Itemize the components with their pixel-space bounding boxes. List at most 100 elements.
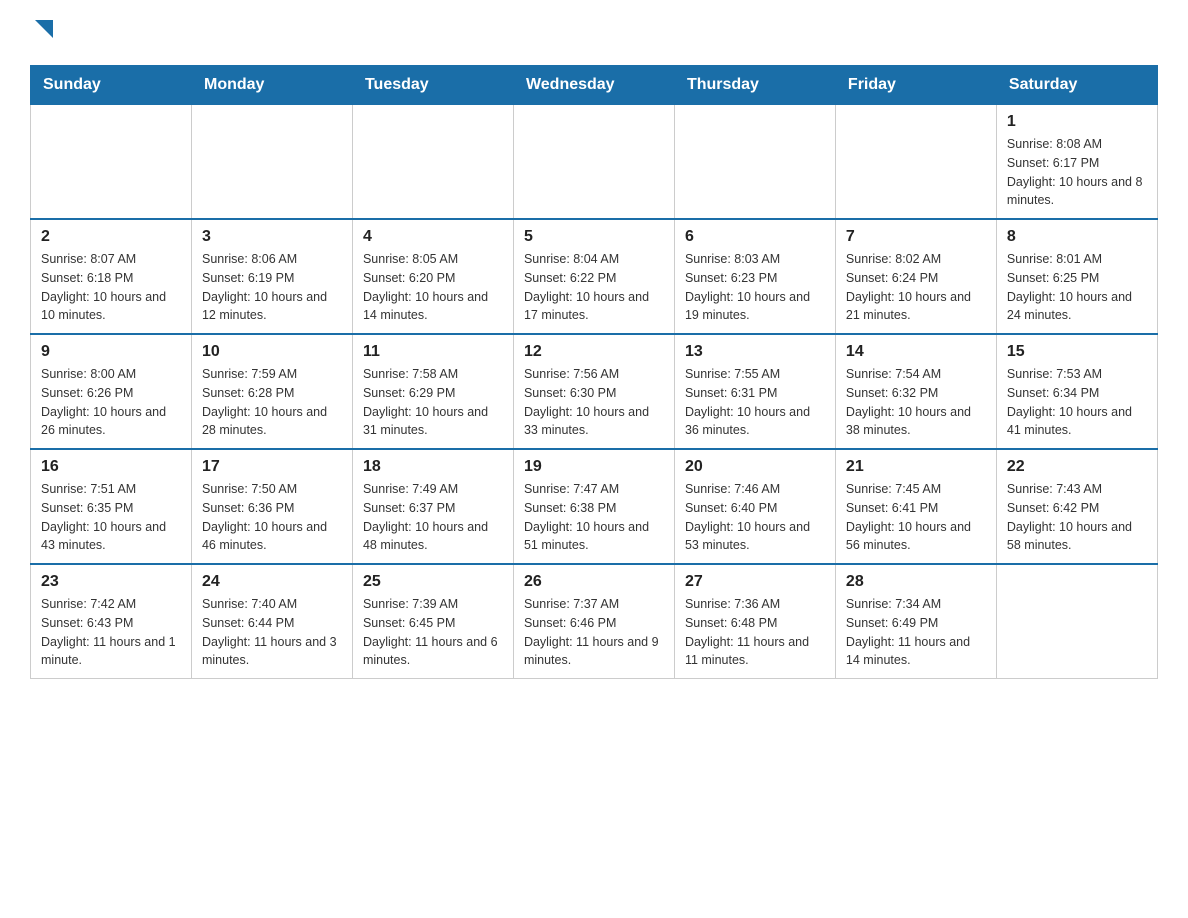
calendar-cell: 12Sunrise: 7:56 AM Sunset: 6:30 PM Dayli… <box>513 334 674 449</box>
calendar-table: SundayMondayTuesdayWednesdayThursdayFrid… <box>30 65 1158 679</box>
calendar-cell: 3 Sunrise: 8:06 AM Sunset: 6:19 PM Daylig… <box>191 219 352 334</box>
calendar-cell: 1 Sunrise: 8:08 AM Sunset: 6:17 PM Daylig… <box>996 105 1157 220</box>
calendar-cell: 21Sunrise: 7:45 AM Sunset: 6:41 PM Dayli… <box>835 449 996 564</box>
day-info: Sunrise: 8:08 AM Sunset: 6:17 PM Dayligh… <box>1007 135 1147 210</box>
day-info: Sunrise: 7:43 AM Sunset: 6:42 PM Dayligh… <box>1007 480 1147 555</box>
day-info: Sunrise: 7:47 AM Sunset: 6:38 PM Dayligh… <box>524 480 664 555</box>
day-number: 10 <box>202 343 342 361</box>
day-info: Sunrise: 8:05 AM Sunset: 6:20 PM Dayligh… <box>363 250 503 325</box>
logo-blue-part <box>32 20 53 45</box>
day-info: Sunrise: 8:01 AM Sunset: 6:25 PM Dayligh… <box>1007 250 1147 325</box>
calendar-cell: 9 Sunrise: 8:00 AM Sunset: 6:26 PM Daylig… <box>31 334 192 449</box>
calendar-cell: 13 Sunrise: 7:55 AM Sunset: 6:31 PM Dayli… <box>674 334 835 449</box>
column-header-friday: Friday <box>835 66 996 105</box>
day-number: 19 <box>524 458 664 476</box>
calendar-cell: 22 Sunrise: 7:43 AM Sunset: 6:42 PM Dayli… <box>996 449 1157 564</box>
day-number: 11 <box>363 343 503 361</box>
day-number: 18 <box>363 458 503 476</box>
day-number: 16 <box>41 458 181 476</box>
calendar-cell: 16 Sunrise: 7:51 AM Sunset: 6:35 PM Dayli… <box>31 449 192 564</box>
calendar-cell: 23 Sunrise: 7:42 AM Sunset: 6:43 PM Dayli… <box>31 564 192 679</box>
day-info: Sunrise: 7:54 AM Sunset: 6:32 PM Dayligh… <box>846 365 986 440</box>
day-number: 9 <box>41 343 181 361</box>
column-header-saturday: Saturday <box>996 66 1157 105</box>
day-info: Sunrise: 7:58 AM Sunset: 6:29 PM Dayligh… <box>363 365 503 440</box>
calendar-cell <box>513 105 674 220</box>
day-number: 15 <box>1007 343 1147 361</box>
day-number: 27 <box>685 573 825 591</box>
day-number: 22 <box>1007 458 1147 476</box>
calendar-week-row: 2 Sunrise: 8:07 AM Sunset: 6:18 PM Daylig… <box>31 219 1158 334</box>
day-info: Sunrise: 8:07 AM Sunset: 6:18 PM Dayligh… <box>41 250 181 325</box>
calendar-cell: 11 Sunrise: 7:58 AM Sunset: 6:29 PM Dayli… <box>352 334 513 449</box>
day-number: 5 <box>524 228 664 246</box>
calendar-cell <box>996 564 1157 679</box>
day-number: 7 <box>846 228 986 246</box>
day-info: Sunrise: 8:06 AM Sunset: 6:19 PM Dayligh… <box>202 250 342 325</box>
calendar-cell: 25 Sunrise: 7:39 AM Sunset: 6:45 PM Dayli… <box>352 564 513 679</box>
column-header-sunday: Sunday <box>31 66 192 105</box>
logo-triangle-icon <box>35 20 53 38</box>
day-number: 20 <box>685 458 825 476</box>
day-number: 24 <box>202 573 342 591</box>
day-number: 13 <box>685 343 825 361</box>
day-info: Sunrise: 7:50 AM Sunset: 6:36 PM Dayligh… <box>202 480 342 555</box>
calendar-cell: 24 Sunrise: 7:40 AM Sunset: 6:44 PM Dayli… <box>191 564 352 679</box>
logo <box>30 20 53 45</box>
calendar-cell: 14 Sunrise: 7:54 AM Sunset: 6:32 PM Dayli… <box>835 334 996 449</box>
day-info: Sunrise: 7:55 AM Sunset: 6:31 PM Dayligh… <box>685 365 825 440</box>
day-info: Sunrise: 7:37 AM Sunset: 6:46 PM Dayligh… <box>524 595 664 670</box>
calendar-cell: 7 Sunrise: 8:02 AM Sunset: 6:24 PM Daylig… <box>835 219 996 334</box>
calendar-cell <box>191 105 352 220</box>
calendar-cell: 5 Sunrise: 8:04 AM Sunset: 6:22 PM Daylig… <box>513 219 674 334</box>
calendar-week-row: 23 Sunrise: 7:42 AM Sunset: 6:43 PM Dayli… <box>31 564 1158 679</box>
calendar-cell: 26 Sunrise: 7:37 AM Sunset: 6:46 PM Dayli… <box>513 564 674 679</box>
day-number: 3 <box>202 228 342 246</box>
calendar-cell: 20 Sunrise: 7:46 AM Sunset: 6:40 PM Dayli… <box>674 449 835 564</box>
day-number: 2 <box>41 228 181 246</box>
day-info: Sunrise: 7:36 AM Sunset: 6:48 PM Dayligh… <box>685 595 825 670</box>
day-number: 21 <box>846 458 986 476</box>
calendar-cell: 27 Sunrise: 7:36 AM Sunset: 6:48 PM Dayli… <box>674 564 835 679</box>
day-info: Sunrise: 7:53 AM Sunset: 6:34 PM Dayligh… <box>1007 365 1147 440</box>
calendar-cell <box>674 105 835 220</box>
day-info: Sunrise: 8:03 AM Sunset: 6:23 PM Dayligh… <box>685 250 825 325</box>
calendar-cell: 28Sunrise: 7:34 AM Sunset: 6:49 PM Dayli… <box>835 564 996 679</box>
calendar-cell: 17 Sunrise: 7:50 AM Sunset: 6:36 PM Dayli… <box>191 449 352 564</box>
day-number: 8 <box>1007 228 1147 246</box>
day-info: Sunrise: 8:02 AM Sunset: 6:24 PM Dayligh… <box>846 250 986 325</box>
calendar-cell: 10 Sunrise: 7:59 AM Sunset: 6:28 PM Dayli… <box>191 334 352 449</box>
day-info: Sunrise: 7:59 AM Sunset: 6:28 PM Dayligh… <box>202 365 342 440</box>
column-header-thursday: Thursday <box>674 66 835 105</box>
column-header-wednesday: Wednesday <box>513 66 674 105</box>
day-number: 6 <box>685 228 825 246</box>
calendar-cell: 19 Sunrise: 7:47 AM Sunset: 6:38 PM Dayli… <box>513 449 674 564</box>
day-info: Sunrise: 7:40 AM Sunset: 6:44 PM Dayligh… <box>202 595 342 670</box>
day-number: 26 <box>524 573 664 591</box>
day-number: 1 <box>1007 113 1147 131</box>
day-info: Sunrise: 7:49 AM Sunset: 6:37 PM Dayligh… <box>363 480 503 555</box>
day-info: Sunrise: 8:00 AM Sunset: 6:26 PM Dayligh… <box>41 365 181 440</box>
day-number: 4 <box>363 228 503 246</box>
day-info: Sunrise: 7:46 AM Sunset: 6:40 PM Dayligh… <box>685 480 825 555</box>
day-number: 23 <box>41 573 181 591</box>
column-header-tuesday: Tuesday <box>352 66 513 105</box>
day-info: Sunrise: 7:39 AM Sunset: 6:45 PM Dayligh… <box>363 595 503 670</box>
calendar-cell: 6 Sunrise: 8:03 AM Sunset: 6:23 PM Daylig… <box>674 219 835 334</box>
day-number: 12 <box>524 343 664 361</box>
calendar-week-row: 16 Sunrise: 7:51 AM Sunset: 6:35 PM Dayli… <box>31 449 1158 564</box>
calendar-cell: 4 Sunrise: 8:05 AM Sunset: 6:20 PM Daylig… <box>352 219 513 334</box>
day-info: Sunrise: 7:42 AM Sunset: 6:43 PM Dayligh… <box>41 595 181 670</box>
calendar-week-row: 1 Sunrise: 8:08 AM Sunset: 6:17 PM Daylig… <box>31 105 1158 220</box>
calendar-cell: 8 Sunrise: 8:01 AM Sunset: 6:25 PM Daylig… <box>996 219 1157 334</box>
day-info: Sunrise: 7:51 AM Sunset: 6:35 PM Dayligh… <box>41 480 181 555</box>
calendar-week-row: 9 Sunrise: 8:00 AM Sunset: 6:26 PM Daylig… <box>31 334 1158 449</box>
calendar-cell <box>352 105 513 220</box>
day-number: 25 <box>363 573 503 591</box>
calendar-cell: 15 Sunrise: 7:53 AM Sunset: 6:34 PM Dayli… <box>996 334 1157 449</box>
day-number: 14 <box>846 343 986 361</box>
day-info: Sunrise: 8:04 AM Sunset: 6:22 PM Dayligh… <box>524 250 664 325</box>
day-number: 17 <box>202 458 342 476</box>
column-header-monday: Monday <box>191 66 352 105</box>
calendar-cell <box>835 105 996 220</box>
